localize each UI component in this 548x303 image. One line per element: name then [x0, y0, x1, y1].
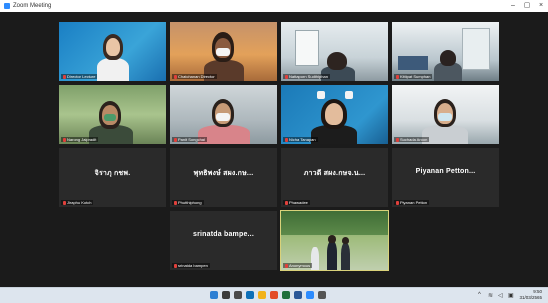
participant-name: Phawadee	[283, 200, 310, 205]
active-speaker-tile[interactable]: Anonymous	[280, 210, 389, 271]
participant-display-name: พุทธิพงษ์ สผง.กษ...	[193, 170, 254, 177]
volume-icon[interactable]: ◁	[498, 292, 503, 299]
taskbar-clock[interactable]: 9:50 31/03/2565	[519, 289, 542, 301]
close-button[interactable]: ×	[534, 0, 548, 12]
clock-date: 31/03/2565	[519, 295, 542, 300]
participant-name: Narong Jaipradit	[61, 137, 99, 142]
participant-name: Director Lecture	[61, 74, 98, 79]
mic-muted-icon	[174, 74, 177, 79]
mic-muted-icon	[285, 74, 288, 79]
participant-tile[interactable]: จิราภุ กชพ. Jiraphu Kotch	[59, 148, 166, 207]
participant-name: Piyanan Petton	[394, 200, 430, 205]
participant-name: Jiraphu Kotch	[61, 200, 94, 205]
mic-muted-icon	[396, 74, 399, 79]
participant-name: Phutthiphong	[172, 200, 204, 205]
mic-muted-icon	[63, 137, 66, 142]
zoom-app-icon	[4, 3, 10, 9]
minimize-button[interactable]: –	[506, 0, 520, 12]
participant-name: Anonymous	[283, 263, 313, 268]
participant-tile[interactable]: Piyanan Petton... Piyanan Petton	[392, 148, 499, 207]
participant-tile[interactable]: Suchada Aroon	[392, 85, 499, 144]
participant-display-name: Piyanan Petton...	[415, 168, 476, 175]
mic-muted-icon	[285, 137, 288, 142]
participant-tile[interactable]: Panit Songchai	[170, 85, 277, 144]
mic-muted-icon	[396, 137, 399, 142]
search-icon[interactable]	[222, 291, 230, 299]
maximize-button[interactable]: ▢	[520, 0, 534, 12]
participant-name: Panit Songchai	[172, 137, 207, 142]
mic-muted-icon	[396, 200, 399, 205]
participant-name: Nattaporn Sudthiphan	[283, 74, 330, 79]
file-explorer-icon[interactable]	[258, 291, 266, 299]
windows-taskbar: ^ ≋ ◁ ▣ 9:50 31/03/2565	[0, 287, 548, 303]
window-title: Zoom Meeting	[13, 3, 52, 9]
participant-display-name: srinatda bampe...	[193, 231, 254, 238]
participant-tile[interactable]: Chatchanan Director	[170, 22, 277, 81]
app-icon[interactable]	[294, 291, 302, 299]
participant-name: Nicha Tanapan	[283, 137, 318, 142]
language-icon[interactable]: ▣	[508, 292, 514, 299]
app-icon[interactable]	[318, 291, 326, 299]
participant-tile[interactable]: ภาวดี สผง.กษจ.น... Phawadee	[281, 148, 388, 207]
chevron-up-icon[interactable]: ^	[478, 292, 481, 298]
participant-name: Kittipat Sumphan	[394, 74, 433, 79]
mic-muted-icon	[174, 200, 177, 205]
mic-muted-icon	[285, 200, 288, 205]
mic-muted-icon	[285, 263, 288, 268]
edge-icon[interactable]	[246, 291, 254, 299]
participant-display-name: ภาวดี สผง.กษจ.น...	[303, 170, 366, 177]
app-icon[interactable]	[270, 291, 278, 299]
mic-muted-icon	[63, 74, 66, 79]
participant-name: srinatda bampen	[172, 263, 210, 268]
participant-tile[interactable]: Nattaporn Sudthiphan	[281, 22, 388, 81]
app-icon[interactable]	[282, 291, 290, 299]
start-icon[interactable]	[210, 291, 218, 299]
participant-name: Suchada Aroon	[394, 137, 430, 142]
network-icon[interactable]: ≋	[488, 292, 493, 299]
zoom-taskbar-icon[interactable]	[306, 291, 314, 299]
participant-tile[interactable]: Director Lecture	[59, 22, 166, 81]
mic-muted-icon	[174, 137, 177, 142]
video-gallery: Director Lecture Chatchanan Director Nat…	[0, 12, 548, 287]
participant-name: Chatchanan Director	[172, 74, 217, 79]
participant-tile[interactable]: Nicha Tanapan	[281, 85, 388, 144]
participant-tile[interactable]: srinatda bampe... srinatda bampen	[170, 211, 277, 270]
participant-tile[interactable]: Narong Jaipradit	[59, 85, 166, 144]
participant-tile[interactable]: พุทธิพงษ์ สผง.กษ... Phutthiphong	[170, 148, 277, 207]
task-view-icon[interactable]	[234, 291, 242, 299]
participant-tile[interactable]: Kittipat Sumphan	[392, 22, 499, 81]
mic-muted-icon	[63, 200, 66, 205]
participant-display-name: จิราภุ กชพ.	[94, 170, 131, 177]
mic-muted-icon	[174, 263, 177, 268]
